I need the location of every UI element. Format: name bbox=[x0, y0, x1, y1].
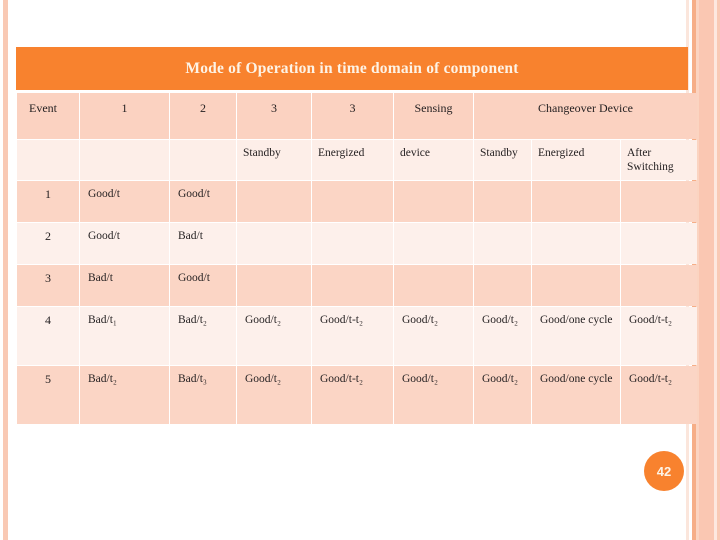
cell-co-standby: Good/t₂ bbox=[474, 366, 531, 424]
subheader-event-blank bbox=[17, 140, 79, 180]
subheader-c2-blank bbox=[170, 140, 236, 180]
cell-sensing-device bbox=[394, 223, 473, 264]
page-number-badge: 42 bbox=[644, 451, 684, 491]
cell-c3-standby bbox=[237, 181, 311, 222]
cell-sensing-device: Good/t₂ bbox=[394, 366, 473, 424]
cell-co-standby bbox=[474, 223, 531, 264]
cell-component-2: Good/t bbox=[170, 181, 236, 222]
table-row: 1 Good/t Good/t bbox=[17, 181, 698, 222]
header-event: Event bbox=[17, 93, 79, 139]
cell-c3-energized bbox=[312, 223, 393, 264]
header-changeover-device: Changeover Device bbox=[474, 93, 698, 139]
cell-co-after-switching bbox=[621, 223, 698, 264]
cell-event: 5 bbox=[17, 366, 79, 424]
table-title-bar: Mode of Operation in time domain of comp… bbox=[16, 47, 688, 90]
subheader-c1-blank bbox=[80, 140, 169, 180]
subheader-sensing-device: device bbox=[394, 140, 473, 180]
cell-co-energized bbox=[532, 181, 620, 222]
cell-sensing-device bbox=[394, 265, 473, 306]
cell-c3-energized bbox=[312, 265, 393, 306]
header-component-3b: 3 bbox=[312, 93, 393, 139]
cell-c3-energized bbox=[312, 181, 393, 222]
cell-component-2: Good/t bbox=[170, 265, 236, 306]
header-sensing: Sensing bbox=[394, 93, 473, 139]
cell-c3-energized: Good/t-t₂ bbox=[312, 366, 393, 424]
cell-c3-standby bbox=[237, 223, 311, 264]
cell-co-standby bbox=[474, 181, 531, 222]
cell-sensing-device: Good/t₂ bbox=[394, 307, 473, 365]
cell-component-2: Bad/t bbox=[170, 223, 236, 264]
cell-co-after-switching: Good/t-t₂ bbox=[621, 307, 698, 365]
cell-c3-energized: Good/t-t₂ bbox=[312, 307, 393, 365]
cell-c3-standby: Good/t₂ bbox=[237, 307, 311, 365]
cell-component-2: Bad/t₂ bbox=[170, 307, 236, 365]
subheader-co-standby: Standby bbox=[474, 140, 531, 180]
cell-component-1: Good/t bbox=[80, 223, 169, 264]
subheader-co-after-switching: After Switching bbox=[621, 140, 698, 180]
cell-co-after-switching bbox=[621, 265, 698, 306]
table-row: 5 Bad/t₂ Bad/t₃ Good/t₂ Good/t-t₂ Good/t… bbox=[17, 366, 698, 424]
cell-co-energized bbox=[532, 265, 620, 306]
header-component-2: 2 bbox=[170, 93, 236, 139]
cell-event: 2 bbox=[17, 223, 79, 264]
cell-event: 1 bbox=[17, 181, 79, 222]
cell-co-energized: Good/one cycle bbox=[532, 366, 620, 424]
cell-event: 4 bbox=[17, 307, 79, 365]
table-row: 4 Bad/t₁ Bad/t₂ Good/t₂ Good/t-t₂ Good/t… bbox=[17, 307, 698, 365]
cell-co-standby: Good/t₂ bbox=[474, 307, 531, 365]
table-row: 3 Bad/t Good/t bbox=[17, 265, 698, 306]
cell-co-energized: Good/one cycle bbox=[532, 307, 620, 365]
cell-co-energized bbox=[532, 223, 620, 264]
cell-co-standby bbox=[474, 265, 531, 306]
right-border-stripe-4 bbox=[699, 0, 714, 540]
table-header-row-secondary: Standby Energized device Standby Energiz… bbox=[17, 140, 698, 180]
subheader-co-energized: Energized bbox=[532, 140, 620, 180]
cell-event: 3 bbox=[17, 265, 79, 306]
cell-component-1: Good/t bbox=[80, 181, 169, 222]
subheader-c3-standby: Standby bbox=[237, 140, 311, 180]
cell-component-2: Bad/t₃ bbox=[170, 366, 236, 424]
header-component-3a: 3 bbox=[237, 93, 311, 139]
subheader-c3-energized: Energized bbox=[312, 140, 393, 180]
cell-sensing-device bbox=[394, 181, 473, 222]
table-title: Mode of Operation in time domain of comp… bbox=[185, 59, 519, 77]
table-row: 2 Good/t Bad/t bbox=[17, 223, 698, 264]
cell-co-after-switching bbox=[621, 181, 698, 222]
cell-component-1: Bad/t₂ bbox=[80, 366, 169, 424]
cell-c3-standby bbox=[237, 265, 311, 306]
cell-c3-standby: Good/t₂ bbox=[237, 366, 311, 424]
table-header-row-primary: Event 1 2 3 3 Sensing Changeover Device bbox=[17, 93, 698, 139]
mode-of-operation-table: Event 1 2 3 3 Sensing Changeover Device … bbox=[16, 92, 698, 425]
cell-co-after-switching: Good/t-t₂ bbox=[621, 366, 698, 424]
left-border-stripe bbox=[3, 0, 8, 540]
cell-component-1: Bad/t₁ bbox=[80, 307, 169, 365]
slide-canvas: Mode of Operation in time domain of comp… bbox=[0, 0, 720, 540]
cell-component-1: Bad/t bbox=[80, 265, 169, 306]
header-component-1: 1 bbox=[80, 93, 169, 139]
